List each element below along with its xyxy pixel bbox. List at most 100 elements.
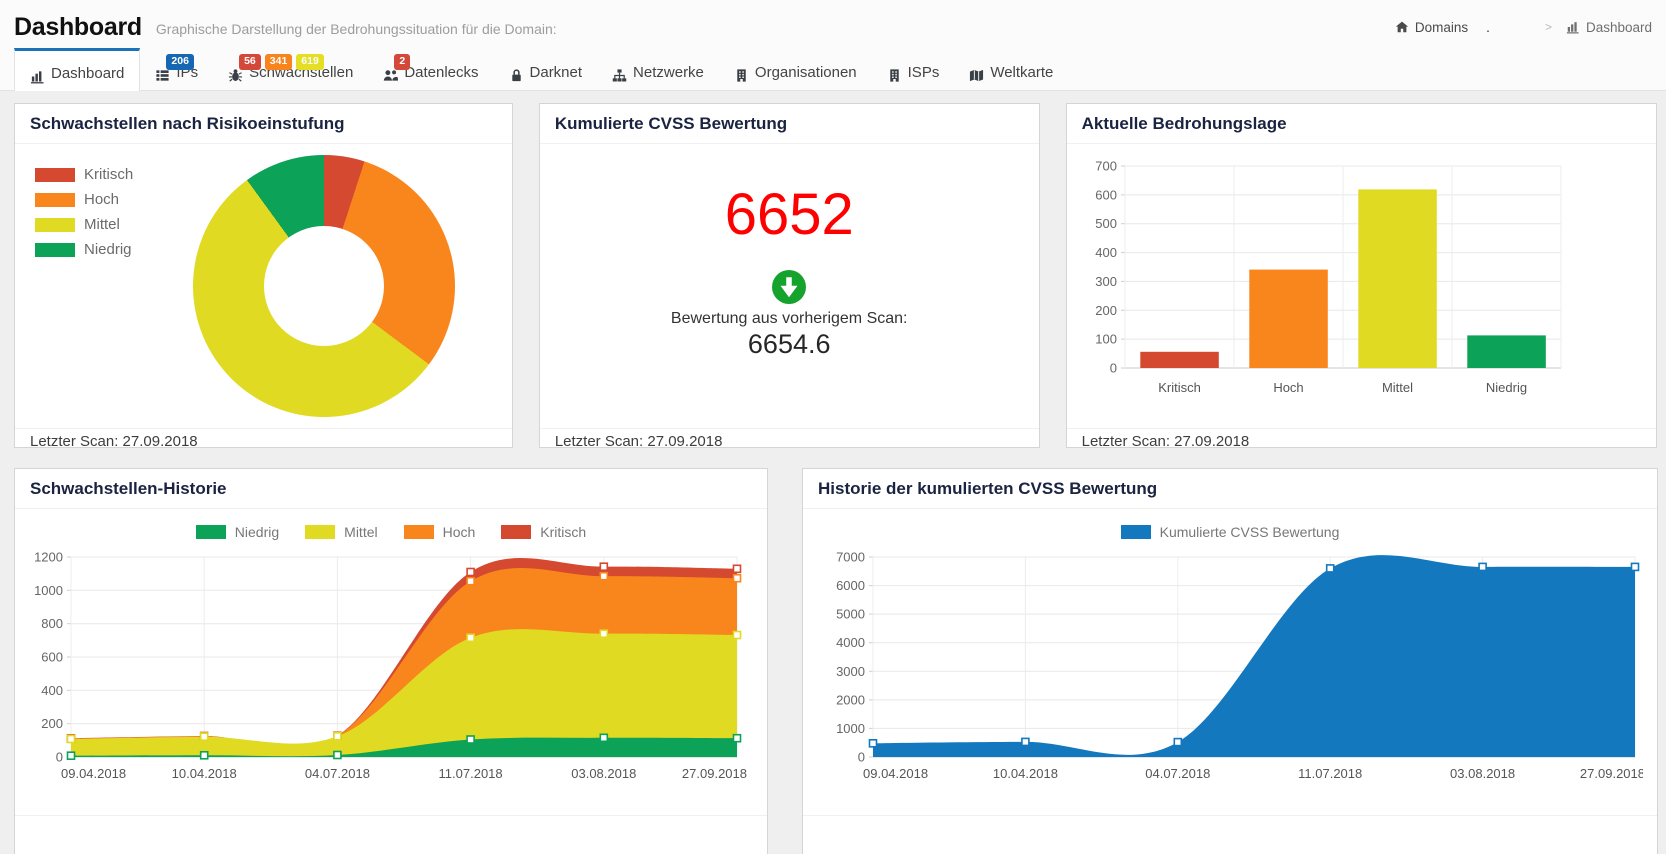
bug-icon bbox=[228, 68, 243, 83]
card-footer bbox=[15, 815, 767, 854]
legend-label: Kritisch bbox=[84, 166, 134, 183]
svg-text:800: 800 bbox=[41, 616, 63, 631]
card-title: Historie der kumulierten CVSS Bewertung bbox=[818, 479, 1158, 498]
tab-organisationen[interactable]: Organisationen bbox=[719, 48, 872, 90]
legend-swatch bbox=[501, 525, 532, 539]
svg-text:09.04.2018: 09.04.2018 bbox=[61, 766, 126, 781]
legend-label: Mittel bbox=[344, 524, 378, 540]
svg-text:1200: 1200 bbox=[34, 550, 63, 565]
legend-swatch bbox=[35, 242, 75, 257]
svg-text:6000: 6000 bbox=[836, 578, 865, 593]
legend-item-hoch[interactable]: Hoch bbox=[403, 524, 475, 540]
svg-text:1000: 1000 bbox=[34, 583, 63, 598]
svg-text:200: 200 bbox=[1095, 303, 1117, 318]
legend-item-kumulierte-cvss-bewertung[interactable]: Kumulierte CVSS Bewertung bbox=[1120, 524, 1340, 540]
building-icon bbox=[887, 68, 902, 83]
svg-text:600: 600 bbox=[1095, 187, 1117, 202]
count-badge: 619 bbox=[296, 54, 324, 71]
legend-item-niedrig[interactable]: Niedrig bbox=[35, 241, 133, 258]
legend-swatch bbox=[35, 167, 75, 182]
svg-text:0: 0 bbox=[56, 750, 63, 765]
previous-scan-value: 6654.6 bbox=[747, 329, 831, 359]
tab-label: Netzwerke bbox=[633, 64, 704, 81]
breadcrumb-domains[interactable]: Domains bbox=[1395, 20, 1468, 35]
card-cvss-score: Kumulierte CVSS Bewertung 6652 Bewertung… bbox=[538, 103, 1040, 450]
legend-label: Niedrig bbox=[234, 524, 280, 540]
card-header: Historie der kumulierten CVSS Bewertung bbox=[803, 469, 1657, 509]
tab-label: Organisationen bbox=[754, 64, 857, 81]
svg-text:Kritisch: Kritisch bbox=[1158, 380, 1201, 395]
svg-text:10.04.2018: 10.04.2018 bbox=[993, 766, 1058, 781]
tab-isps[interactable]: ISPs bbox=[872, 48, 955, 90]
legend-label: Hoch bbox=[84, 191, 120, 208]
legend-item-niedrig[interactable]: Niedrig bbox=[195, 524, 280, 540]
legend-label: Kumulierte CVSS Bewertung bbox=[1159, 524, 1340, 540]
card-vulnerability-history: Schwachstellen-Historie Niedrig Mittel Hoc… bbox=[14, 468, 768, 854]
legend-label: Mittel bbox=[84, 216, 120, 233]
card-title: Kumulierte CVSS Bewertung bbox=[554, 114, 788, 133]
legend-item-mittel[interactable]: Mittel bbox=[305, 524, 378, 540]
svg-text:4000: 4000 bbox=[836, 635, 865, 650]
svg-text:04.07.2018: 04.07.2018 bbox=[1145, 766, 1210, 781]
legend-item-kritisch[interactable]: Kritisch bbox=[35, 166, 133, 183]
tab-label: Datenlecks bbox=[404, 64, 479, 81]
svg-text:03.08.2018: 03.08.2018 bbox=[571, 766, 636, 781]
lock-icon bbox=[509, 68, 524, 83]
card-title: Schwachstellen nach Risikoeinstufung bbox=[30, 114, 345, 133]
tab-label: Weltkarte bbox=[990, 64, 1054, 81]
cvss-history-chart: 0 1000 2000 3000 4000 5000 6000 7000 09.04.2018 1… bbox=[836, 550, 1645, 782]
tab-dashboard[interactable]: Dashboard bbox=[14, 48, 141, 91]
card-header: Kumulierte CVSS Bewertung bbox=[539, 104, 1039, 144]
svg-text:27.09.2018: 27.09.2018 bbox=[682, 766, 747, 781]
cvss-history-area: Kumulierte CVSS Bewertung 0 1000 2000 3000 4… bbox=[803, 509, 1657, 815]
last-scan-label: Letzter Scan: 27.09.2018 bbox=[539, 428, 1039, 456]
count-badge: 341 bbox=[264, 54, 293, 71]
legend-item-hoch[interactable]: Hoch bbox=[35, 191, 133, 208]
svg-text:Niedrig: Niedrig bbox=[1486, 380, 1527, 395]
tab-datenlecks[interactable]: 2 Datenlecks bbox=[368, 48, 493, 90]
svg-text:Hoch: Hoch bbox=[1273, 380, 1303, 395]
page-subtitle: Graphische Darstellung der Bedrohungssit… bbox=[155, 21, 557, 37]
risk-donut-area: Kritisch Hoch Mittel Niedrig bbox=[15, 144, 512, 428]
svg-text:200: 200 bbox=[41, 716, 63, 731]
card-title: Aktuelle Bedrohungslage bbox=[1081, 114, 1287, 133]
svg-text:400: 400 bbox=[1095, 245, 1117, 260]
previous-scan-label: Bewertung aus vorherigem Scan: bbox=[670, 310, 908, 327]
card-header: Schwachstellen-Historie bbox=[15, 469, 767, 509]
tab-badges: 206 bbox=[166, 54, 194, 71]
history-legend: Niedrig Mittel Hoch Kritisch bbox=[29, 517, 753, 547]
tab-label: Darknet bbox=[529, 64, 583, 81]
cvss-score-area: 6652 Bewertung aus vorherigem Scan: 6654… bbox=[540, 144, 1039, 428]
cvss-history-legend: Kumulierte CVSS Bewertung bbox=[817, 517, 1643, 547]
page-title: Dashboard bbox=[14, 12, 142, 41]
svg-text:600: 600 bbox=[41, 650, 63, 665]
chart-bar-icon bbox=[1566, 20, 1580, 34]
svg-text:11.07.2018: 11.07.2018 bbox=[1298, 766, 1362, 781]
legend-swatch bbox=[1120, 525, 1151, 539]
tab-darknet[interactable]: Darknet bbox=[494, 48, 598, 90]
breadcrumb-dashboard: Dashboard bbox=[1566, 20, 1652, 35]
tab-netzwerke[interactable]: Netzwerke bbox=[597, 48, 719, 90]
svg-text:03.08.2018: 03.08.2018 bbox=[1450, 766, 1515, 781]
svg-text:7000: 7000 bbox=[836, 550, 865, 565]
breadcrumb-domains-label: Domains bbox=[1414, 19, 1469, 35]
tab-weltkarte[interactable]: Weltkarte bbox=[954, 48, 1068, 90]
dashboard-page: Dashboard Graphische Darstellung der Bed… bbox=[0, 0, 1666, 854]
cvss-score-value: 6652 bbox=[724, 182, 854, 247]
tab-ips[interactable]: 206 IPs bbox=[140, 48, 213, 90]
svg-text:09.04.2018: 09.04.2018 bbox=[863, 766, 928, 781]
breadcrumb-dashboard-label: Dashboard bbox=[1585, 19, 1652, 35]
svg-text:04.07.2018: 04.07.2018 bbox=[305, 766, 370, 781]
card-risk-distribution: Schwachstellen nach Risikoeinstufung Kri… bbox=[14, 103, 513, 450]
legend-swatch bbox=[195, 525, 226, 539]
tab-label: Dashboard bbox=[51, 65, 125, 82]
trend-down-icon bbox=[772, 270, 807, 304]
chart-bar-icon bbox=[30, 69, 45, 84]
legend-item-mittel[interactable]: Mittel bbox=[35, 216, 133, 233]
legend-item-kritisch[interactable]: Kritisch bbox=[501, 524, 586, 540]
tab-schwachstellen[interactable]: 56 341 619 Schwachstellen bbox=[213, 48, 368, 90]
svg-text:5000: 5000 bbox=[836, 607, 865, 622]
map-icon bbox=[969, 68, 984, 83]
svg-text:3000: 3000 bbox=[836, 664, 865, 679]
card-header: Schwachstellen nach Risikoeinstufung bbox=[15, 104, 512, 144]
